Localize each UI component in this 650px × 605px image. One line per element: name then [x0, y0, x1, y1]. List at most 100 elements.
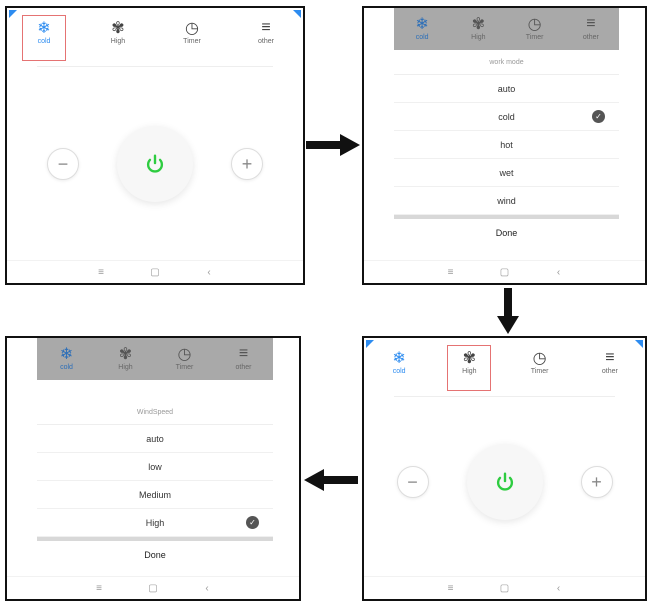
home-nav-icon[interactable]: ▢: [500, 583, 510, 594]
done-button[interactable]: Done: [37, 541, 273, 569]
tab-high[interactable]: ✾ High: [447, 345, 492, 391]
tab-label: other: [582, 34, 599, 41]
tab-other: ≡ other: [572, 14, 610, 50]
tab-label: Timer: [525, 34, 544, 41]
snowflake-icon: ❄: [392, 350, 406, 367]
minus-icon: −: [57, 153, 69, 174]
option-medium[interactable]: Medium: [37, 481, 273, 509]
back-nav-icon[interactable]: ‹: [204, 267, 214, 278]
back-nav-icon[interactable]: ‹: [202, 583, 212, 594]
tab-cold[interactable]: ❄ cold: [380, 348, 418, 375]
home-nav-icon[interactable]: ▢: [148, 583, 158, 594]
sheet-title: work mode: [394, 50, 619, 75]
plus-button[interactable]: +: [231, 148, 263, 180]
tab-high[interactable]: ✾ High: [99, 18, 137, 45]
option-auto[interactable]: auto: [394, 75, 619, 103]
wind-speed-sheet: WindSpeed auto low Medium High ✓ Done: [37, 400, 273, 577]
option-label: cold: [498, 111, 515, 122]
mode-tabs: ❄ cold ✾ High ◷ Timer ≡ other: [7, 8, 303, 66]
option-cold[interactable]: cold ✓: [394, 103, 619, 131]
minus-button[interactable]: −: [396, 466, 429, 498]
arrow-left-icon: [304, 469, 358, 491]
option-label: low: [148, 461, 162, 472]
menu-icon: ≡: [605, 349, 615, 366]
mode-tabs: ❄ cold ✾ High ◷ Timer ≡ other: [364, 338, 645, 396]
tab-label: other: [235, 364, 252, 371]
menu-icon: ≡: [261, 19, 271, 36]
back-nav-icon[interactable]: ‹: [554, 267, 564, 278]
tab-label: Timer: [175, 364, 194, 371]
option-auto[interactable]: auto: [37, 425, 273, 453]
screen-wind-speed: ❄ cold ✾ High ◷ Timer ≡ other WindSpeed …: [5, 336, 301, 601]
power-button[interactable]: [117, 126, 193, 202]
control-row: − +: [364, 444, 645, 520]
fan-icon: ✾: [118, 346, 133, 363]
option-wet[interactable]: wet: [394, 159, 619, 187]
screen-work-mode: ❄ cold ✾ High ◷ Timer ≡ other work mode …: [362, 6, 647, 285]
option-label: High: [145, 517, 165, 528]
fan-icon: ✾: [462, 350, 477, 367]
divider: [37, 66, 273, 67]
dimmed-tabs: ❄ cold ✾ High ◷ Timer ≡ other: [37, 338, 273, 380]
snowflake-icon: ❄: [59, 346, 74, 363]
tab-other[interactable]: ≡ other: [591, 348, 629, 375]
snowflake-icon: ❄: [37, 20, 51, 37]
home-nav-icon[interactable]: ▢: [500, 267, 510, 278]
tab-label: Timer: [530, 368, 549, 375]
system-navbar: ≡ ▢ ‹: [7, 576, 299, 599]
system-navbar: ≡ ▢ ‹: [364, 260, 645, 283]
tab-cold: ❄ cold: [48, 344, 86, 380]
menu-nav-icon[interactable]: ≡: [446, 583, 456, 594]
menu-nav-icon[interactable]: ≡: [446, 267, 456, 278]
check-icon: ✓: [246, 516, 259, 529]
option-high[interactable]: High ✓: [37, 509, 273, 537]
snowflake-icon: ❄: [415, 16, 429, 33]
tab-timer[interactable]: ◷ Timer: [521, 348, 559, 375]
tab-label: High: [471, 34, 486, 41]
tab-label: cold: [415, 34, 429, 41]
power-button[interactable]: [466, 444, 543, 520]
back-nav-icon[interactable]: ‹: [554, 583, 564, 594]
tab-other: ≡ other: [225, 344, 263, 380]
control-row: − +: [7, 126, 303, 202]
option-low[interactable]: low: [37, 453, 273, 481]
clock-icon: ◷: [527, 16, 542, 33]
screen-main-cold: ❄ cold ✾ High ◷ Timer ≡ other − + ≡ ▢ ‹: [5, 6, 305, 285]
minus-button[interactable]: −: [47, 148, 79, 180]
tab-label: cold: [60, 364, 73, 371]
check-icon: ✓: [592, 110, 605, 123]
option-label: auto: [497, 83, 516, 94]
tab-cold[interactable]: ❄ cold: [22, 15, 66, 61]
option-label: Medium: [138, 489, 171, 500]
plus-icon: +: [591, 471, 602, 492]
divider: [394, 396, 615, 397]
done-button[interactable]: Done: [394, 219, 619, 247]
option-wind[interactable]: wind: [394, 187, 619, 215]
clock-icon: ◷: [532, 350, 547, 367]
tab-timer: ◷ Timer: [166, 344, 204, 380]
tab-label: other: [601, 368, 618, 375]
power-icon: [146, 154, 164, 173]
option-label: wet: [499, 167, 514, 178]
tab-label: other: [258, 38, 274, 45]
work-mode-sheet: work mode auto cold ✓ hot wet wind Done: [394, 50, 619, 261]
tab-label: cold: [37, 38, 51, 45]
arrow-right-icon: [306, 134, 360, 156]
plus-button[interactable]: +: [580, 466, 613, 498]
clock-icon: ◷: [185, 20, 199, 37]
menu-icon: ≡: [238, 345, 249, 362]
tab-cold: ❄ cold: [403, 14, 441, 50]
home-nav-icon[interactable]: ▢: [150, 267, 160, 278]
fan-icon: ✾: [111, 20, 125, 37]
menu-nav-icon[interactable]: ≡: [96, 267, 106, 278]
tab-label: cold: [392, 368, 406, 375]
tab-timer[interactable]: ◷ Timer: [173, 18, 211, 45]
menu-nav-icon[interactable]: ≡: [94, 583, 104, 594]
sheet-title: WindSpeed: [37, 400, 273, 425]
tab-high: ✾ High: [459, 14, 497, 50]
option-label: wind: [497, 195, 516, 206]
fan-icon: ✾: [471, 16, 486, 33]
tab-other[interactable]: ≡ other: [247, 18, 285, 45]
option-hot[interactable]: hot: [394, 131, 619, 159]
option-label: auto: [146, 433, 164, 444]
